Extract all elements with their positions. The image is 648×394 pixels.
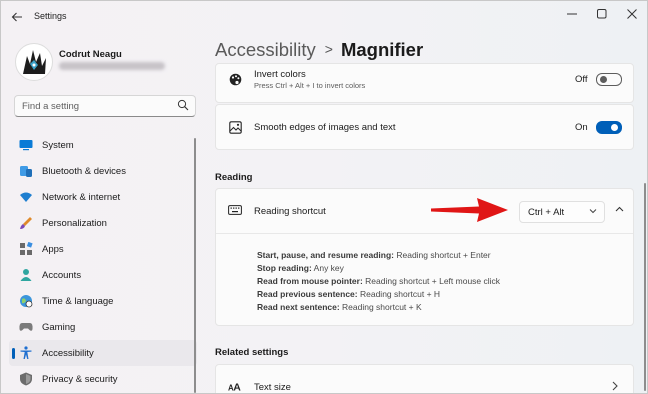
smooth-edges-card: Smooth edges of images and text On (215, 104, 634, 150)
smooth-edges-toggle[interactable] (596, 121, 622, 134)
breadcrumb-separator: > (324, 41, 333, 57)
sidebar-item-label: Apps (42, 243, 64, 255)
globe-icon (19, 294, 33, 308)
sidebar-item-system[interactable]: System (9, 132, 197, 158)
divider (216, 233, 633, 234)
image-icon (228, 120, 242, 134)
gamepad-icon (19, 320, 33, 334)
sidebar-item-label: Network & internet (42, 191, 121, 203)
breadcrumb: Accessibility > Magnifier (215, 39, 423, 61)
maximize-icon[interactable] (589, 4, 615, 24)
search-box[interactable] (14, 95, 196, 117)
app-title: Settings (34, 11, 67, 21)
sidebar-item-network[interactable]: Network & internet (9, 184, 197, 210)
invert-colors-card: Invert colors Press Ctrl + Alt + I to in… (215, 63, 634, 103)
sidebar-item-apps[interactable]: Apps (9, 236, 197, 262)
text-size-card[interactable]: AA Text size (215, 364, 634, 393)
sidebar-item-label: Gaming (42, 321, 76, 333)
related-settings-title: Related settings (215, 347, 289, 358)
sidebar-item-accessibility[interactable]: Accessibility (9, 340, 197, 366)
invert-colors-state: Off (575, 74, 588, 85)
detail-line: Read previous sentence: Reading shortcut… (257, 289, 441, 299)
search-icon[interactable] (177, 99, 189, 111)
sidebar-item-time-language[interactable]: Time & language (9, 288, 197, 314)
detail-line: Stop reading: Any key (257, 263, 344, 273)
profile-name: Codrut Neagu (59, 49, 122, 60)
reading-shortcut-card: Reading shortcut Ctrl + Alt Start, pause… (215, 188, 634, 326)
text-size-icon: AA (228, 379, 242, 393)
chevron-right-icon (612, 381, 622, 391)
accessibility-icon (19, 346, 33, 360)
apps-icon (19, 242, 33, 256)
palette-icon (228, 72, 242, 86)
chevron-up-icon[interactable] (612, 202, 626, 216)
person-icon (19, 268, 33, 282)
sidebar-item-personalization[interactable]: Personalization (9, 210, 197, 236)
reading-shortcut-title: Reading shortcut (254, 206, 326, 217)
sidebar-item-bluetooth[interactable]: Bluetooth & devices (9, 158, 197, 184)
close-icon[interactable] (619, 4, 645, 24)
settings-window: Settings Codrut Neagu Syst (0, 0, 648, 394)
annotation-arrow-icon (431, 198, 508, 222)
bluetooth-icon (19, 164, 33, 178)
title-bar: Settings (1, 1, 647, 33)
sidebar-item-label: Personalization (42, 217, 107, 229)
invert-colors-title: Invert colors (254, 69, 306, 80)
sidebar-item-accounts[interactable]: Accounts (9, 262, 197, 288)
sidebar-item-label: System (42, 139, 74, 151)
page-title: Magnifier (340, 39, 424, 60)
smooth-edges-title: Smooth edges of images and text (254, 122, 396, 133)
reading-section-title: Reading (215, 172, 253, 183)
main-scrollbar[interactable] (644, 183, 646, 391)
reading-shortcut-details: Start, pause, and resume reading: Readin… (257, 249, 500, 314)
reading-shortcut-value: Ctrl + Alt (528, 207, 565, 218)
invert-colors-toggle[interactable] (596, 73, 622, 86)
sidebar-item-label: Accounts (42, 269, 82, 281)
smooth-edges-state: On (575, 122, 588, 133)
back-arrow-icon[interactable] (7, 7, 27, 27)
avatar[interactable] (15, 43, 53, 81)
wifi-icon (19, 190, 33, 204)
search-input[interactable] (20, 97, 174, 115)
keyboard-icon (228, 203, 242, 217)
shield-icon (19, 372, 33, 386)
sidebar-item-label: Accessibility (42, 347, 94, 359)
text-size-title: Text size (254, 382, 291, 393)
sidebar-item-label: Privacy & security (42, 373, 118, 385)
sidebar-item-gaming[interactable]: Gaming (9, 314, 197, 340)
svg-text:A: A (233, 381, 241, 392)
sidebar-scrollbar[interactable] (194, 138, 196, 393)
paintbrush-icon (19, 216, 33, 230)
profile-email-redacted (59, 62, 165, 70)
detail-line: Read next sentence: Reading shortcut + K (257, 302, 422, 312)
detail-line: Start, pause, and resume reading: Readin… (257, 250, 491, 260)
minimize-icon[interactable] (559, 4, 585, 24)
invert-colors-subtitle: Press Ctrl + Alt + I to invert colors (254, 81, 366, 90)
system-icon (19, 138, 33, 152)
sidebar-item-label: Time & language (42, 295, 114, 307)
chevron-down-icon (589, 207, 597, 216)
breadcrumb-parent[interactable]: Accessibility (215, 39, 316, 60)
detail-line: Read from mouse pointer: Reading shortcu… (257, 276, 501, 286)
reading-shortcut-dropdown[interactable]: Ctrl + Alt (519, 201, 605, 223)
sidebar-item-privacy[interactable]: Privacy & security (9, 366, 197, 392)
sidebar-nav: System Bluetooth & devices Network & int… (9, 132, 197, 392)
sidebar-item-label: Bluetooth & devices (42, 165, 126, 177)
